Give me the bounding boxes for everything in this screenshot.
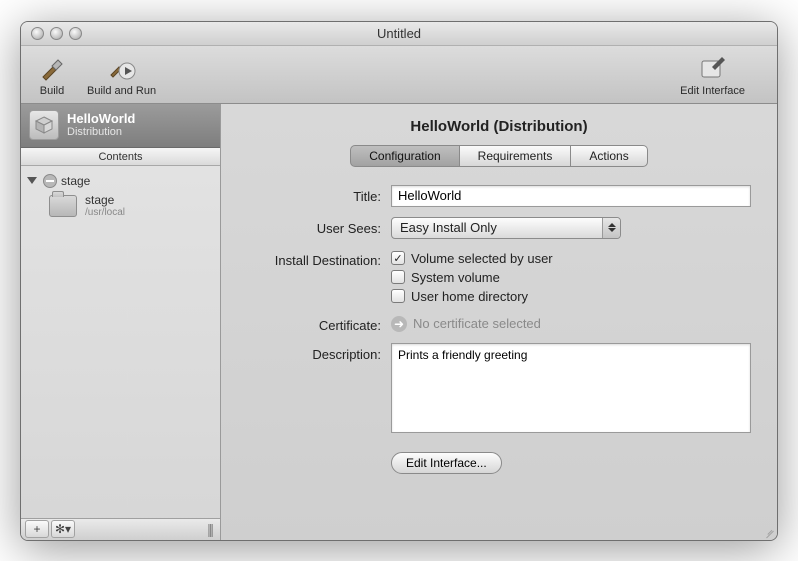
description-field[interactable]: [391, 343, 751, 433]
titlebar: Untitled: [21, 22, 777, 46]
gear-icon: ✻▾: [55, 522, 71, 536]
edit-interface-icon: [696, 51, 730, 85]
tree-root-label: stage: [61, 174, 90, 188]
checkbox-user-home[interactable]: [391, 289, 405, 303]
action-menu-button[interactable]: ✻▾: [51, 520, 75, 538]
disclosure-triangle-icon[interactable]: [27, 177, 37, 184]
user-sees-value: Easy Install Only: [400, 220, 497, 235]
page-title: HelloWorld (Distribution): [241, 118, 757, 135]
checkbox-volume-user-label: Volume selected by user: [411, 251, 553, 266]
sidebar: HelloWorld Distribution Contents stage s…: [21, 104, 221, 540]
arrow-right-circle-icon: ➜: [391, 316, 407, 332]
tab-actions[interactable]: Actions: [571, 145, 647, 167]
user-sees-label: User Sees:: [241, 217, 381, 236]
minimize-icon[interactable]: [50, 27, 63, 40]
folder-icon: [49, 195, 77, 217]
tab-configuration[interactable]: Configuration: [350, 145, 459, 167]
title-label: Title:: [241, 185, 381, 204]
sidebar-tree: stage stage /usr/local: [21, 166, 220, 518]
folder-path: /usr/local: [85, 207, 125, 218]
sidebar-footer: + ✻▾ |||: [21, 518, 220, 540]
checkbox-user-home-label: User home directory: [411, 289, 528, 304]
build-label: Build: [40, 85, 64, 97]
sidebar-subtitle: Distribution: [67, 126, 135, 138]
sidebar-package-header[interactable]: HelloWorld Distribution: [21, 104, 220, 148]
description-label: Description:: [241, 343, 381, 362]
add-button[interactable]: +: [25, 520, 49, 538]
tree-root-row[interactable]: stage: [25, 172, 216, 190]
window-title: Untitled: [21, 26, 777, 41]
zoom-icon[interactable]: [69, 27, 82, 40]
sidebar-tab-contents[interactable]: Contents: [21, 148, 220, 166]
do-not-enter-icon: [43, 174, 57, 188]
folder-name: stage: [85, 194, 125, 207]
build-run-label: Build and Run: [87, 85, 156, 97]
title-field[interactable]: [391, 185, 751, 207]
resize-grip-icon[interactable]: |||: [207, 521, 212, 537]
user-sees-select[interactable]: Easy Install Only: [391, 217, 621, 239]
package-icon: [29, 110, 59, 140]
certificate-label: Certificate:: [241, 314, 381, 333]
main-panel: HelloWorld (Distribution) Configuration …: [221, 104, 777, 540]
build-and-run-button[interactable]: Build and Run: [87, 51, 156, 97]
segmented-tabs: Configuration Requirements Actions: [241, 145, 757, 167]
sidebar-title: HelloWorld: [67, 112, 135, 126]
checkbox-system-volume-label: System volume: [411, 270, 500, 285]
build-button[interactable]: Build: [35, 51, 69, 97]
toolbar: Build Build and Run Edit Interface: [21, 46, 777, 104]
close-icon[interactable]: [31, 27, 44, 40]
certificate-row[interactable]: ➜ No certificate selected: [391, 314, 757, 332]
app-window: Untitled Build Build and Run Edit Interf…: [20, 21, 778, 541]
window-resize-handle-icon[interactable]: [761, 524, 775, 538]
hammer-icon: [35, 51, 69, 85]
tab-requirements[interactable]: Requirements: [460, 145, 572, 167]
config-form: Title: User Sees: Easy Install Only Inst…: [241, 185, 757, 474]
checkbox-volume-user[interactable]: ✓: [391, 251, 405, 265]
tree-folder-row[interactable]: stage /usr/local: [25, 190, 216, 218]
edit-interface-button[interactable]: Edit Interface: [680, 51, 745, 97]
edit-interface-label: Edit Interface: [680, 85, 745, 97]
hammer-play-icon: [105, 51, 139, 85]
edit-interface-inline-button[interactable]: Edit Interface...: [391, 452, 502, 474]
install-dest-label: Install Destination:: [241, 249, 381, 268]
stepper-arrows-icon: [602, 218, 620, 238]
certificate-value: No certificate selected: [413, 316, 541, 331]
checkbox-system-volume[interactable]: [391, 270, 405, 284]
